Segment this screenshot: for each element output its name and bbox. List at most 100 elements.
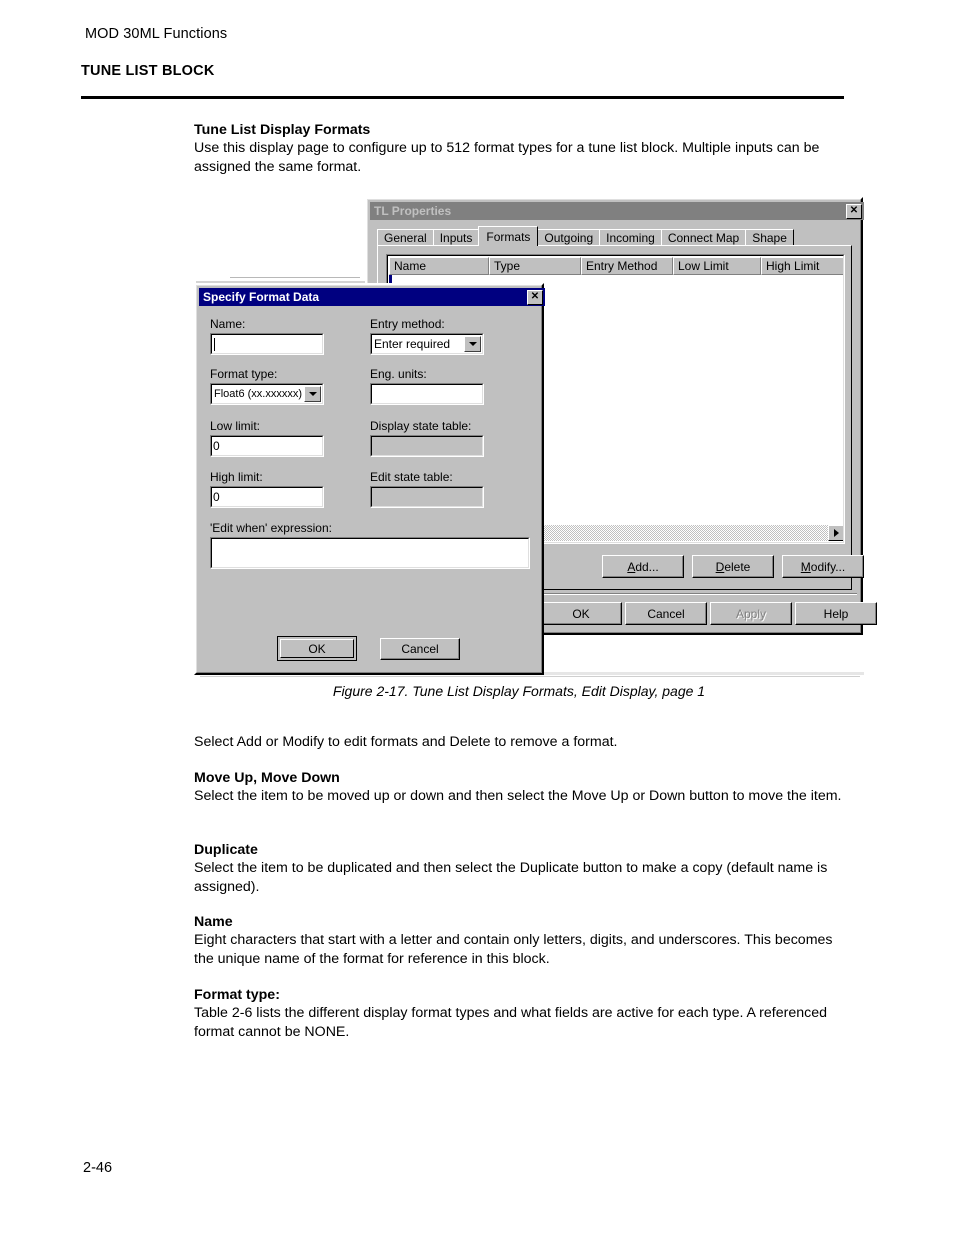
low-limit-value: 0 <box>213 439 220 453</box>
section-name-heading: Name <box>194 914 233 930</box>
chevron-down-icon[interactable] <box>304 386 321 402</box>
section-format-type-body: Table 2-6 lists the different display fo… <box>194 1005 828 1040</box>
name-label: Name: <box>210 317 246 331</box>
name-input[interactable] <box>210 333 324 355</box>
modify-button[interactable]: Modify... <box>782 555 864 578</box>
eng-units-label: Eng. units: <box>370 367 427 381</box>
after-figure-body: Select Add or Modify to edit formats and… <box>194 734 618 750</box>
delete-button-label: Delete <box>715 559 751 574</box>
specify-format-data-title: Specify Format Data <box>203 290 320 304</box>
specify-format-data-titlebar[interactable]: Specify Format Data ✕ <box>199 288 545 306</box>
format-type-value: Float6 (xx.xxxxxx) <box>214 388 303 400</box>
column-header-high-limit[interactable]: High Limit <box>761 257 844 275</box>
format-type-label: Format type: <box>210 367 278 381</box>
close-icon[interactable]: ✕ <box>527 289 543 305</box>
help-button[interactable]: Help <box>795 602 877 625</box>
background-window-remnant <box>196 228 368 283</box>
column-header-type[interactable]: Type <box>489 257 581 275</box>
entry-method-label: Entry method: <box>370 317 445 331</box>
modify-button-label: Modify... <box>800 559 846 574</box>
section-move-heading: Move Up, Move Down <box>194 770 340 786</box>
running-header: MOD 30ML Functions <box>85 26 228 42</box>
display-state-table-label: Display state table: <box>370 419 472 433</box>
intro-section: Tune List Display Formats Use this displ… <box>194 121 844 176</box>
section-format-type: Format type: Table 2-6 lists the differe… <box>194 986 844 1041</box>
chevron-down-icon[interactable] <box>464 336 481 352</box>
ok-button-label: OK <box>308 641 326 656</box>
tab-inputs[interactable]: Inputs <box>432 229 480 246</box>
add-button[interactable]: Add... <box>602 555 684 578</box>
intro-body: Use this display page to configure up to… <box>194 140 820 175</box>
intro-heading: Tune List Display Formats <box>194 122 371 138</box>
after-figure-text: Select Add or Modify to edit formats and… <box>194 733 844 751</box>
edit-state-table-input[interactable] <box>370 486 484 508</box>
delete-button[interactable]: Delete <box>692 555 774 578</box>
entry-method-combo[interactable]: Enter required <box>370 333 484 355</box>
high-limit-value: 0 <box>213 490 220 504</box>
column-header-entry-method[interactable]: Entry Method <box>581 257 673 275</box>
low-limit-input[interactable]: 0 <box>210 435 324 457</box>
section-duplicate: Duplicate Select the item to be duplicat… <box>194 841 844 896</box>
column-header-low-limit-label: Low Limit <box>678 259 729 273</box>
column-header-name-label: Name <box>394 259 427 273</box>
tl-properties-titlebar[interactable]: TL Properties ✕ <box>370 202 864 220</box>
formats-listview-header: Name Type Entry Method Low Limit High Li… <box>389 257 844 275</box>
display-state-table-input[interactable] <box>370 435 484 457</box>
add-button-label: Add... <box>627 559 659 574</box>
section-name-body: Eight characters that start with a lette… <box>194 932 833 967</box>
tab-incoming[interactable]: Incoming <box>599 229 662 246</box>
low-limit-label: Low limit: <box>210 419 261 433</box>
chapter-title: TUNE LIST BLOCK <box>81 63 215 79</box>
section-duplicate-body: Select the item to be duplicated and the… <box>194 860 828 895</box>
edit-when-expression-label: 'Edit when' expression: <box>210 521 332 535</box>
section-move-body: Select the item to be moved up or down a… <box>194 788 842 805</box>
edit-state-table-label: Edit state table: <box>370 470 453 484</box>
cancel-button-label: Cancel <box>647 606 685 621</box>
edit-when-expression-input[interactable] <box>210 537 530 569</box>
section-format-type-heading: Format type: <box>194 987 280 1003</box>
apply-button[interactable]: Apply <box>710 602 792 625</box>
tab-general[interactable]: General <box>377 229 434 246</box>
ok-button[interactable]: OK <box>277 636 357 661</box>
eng-units-input[interactable] <box>370 383 484 405</box>
tab-shape[interactable]: Shape <box>745 229 794 246</box>
tab-incoming-label: Incoming <box>606 231 655 245</box>
tab-connect-map[interactable]: Connect Map <box>660 229 747 246</box>
tab-inputs-label: Inputs <box>439 231 473 245</box>
format-type-combo[interactable]: Float6 (xx.xxxxxx) <box>210 383 324 405</box>
high-limit-input[interactable]: 0 <box>210 486 324 508</box>
tab-outgoing[interactable]: Outgoing <box>537 229 601 246</box>
tab-formats[interactable]: Formats <box>478 226 539 246</box>
section-duplicate-heading: Duplicate <box>194 842 258 858</box>
tl-properties-tabstrip[interactable]: General Inputs Formats Outgoing Incoming… <box>377 226 794 246</box>
figure-caption: Figure 2-17. Tune List Display Formats, … <box>332 683 706 699</box>
column-header-entry-method-label: Entry Method <box>586 259 658 273</box>
column-header-name[interactable]: Name <box>389 257 489 275</box>
help-button-label: Help <box>823 606 849 621</box>
header-rule <box>81 96 844 99</box>
apply-button-label: Apply <box>735 606 767 621</box>
specify-format-data-dialog[interactable]: Specify Format Data ✕ Name: Entry method… <box>194 283 545 675</box>
column-header-low-limit[interactable]: Low Limit <box>673 257 761 275</box>
section-name: Name Eight characters that start with a … <box>194 913 844 968</box>
column-header-type-label: Type <box>494 259 521 273</box>
page-number: 2-46 <box>83 1160 113 1176</box>
column-header-high-limit-label: High Limit <box>766 259 820 273</box>
cancel-button[interactable]: Cancel <box>625 602 707 625</box>
tl-properties-title: TL Properties <box>374 204 452 218</box>
background-window-footer-line <box>200 676 860 677</box>
tab-formats-label: Formats <box>486 229 531 244</box>
ok-button-label: OK <box>572 606 590 621</box>
tab-general-label: General <box>384 231 427 245</box>
background-window-row-line <box>230 277 360 278</box>
scroll-right-icon[interactable] <box>828 525 844 541</box>
text-caret <box>214 337 215 351</box>
cancel-button[interactable]: Cancel <box>380 638 460 660</box>
close-icon[interactable]: ✕ <box>846 203 862 219</box>
ok-button[interactable]: OK <box>540 602 622 625</box>
tab-shape-label: Shape <box>752 231 787 245</box>
section-move-up-down: Move Up, Move Down Select the item to be… <box>194 769 844 806</box>
high-limit-label: High limit: <box>210 470 263 484</box>
tab-connect-map-label: Connect Map <box>667 231 740 245</box>
cancel-button-label: Cancel <box>401 642 439 656</box>
